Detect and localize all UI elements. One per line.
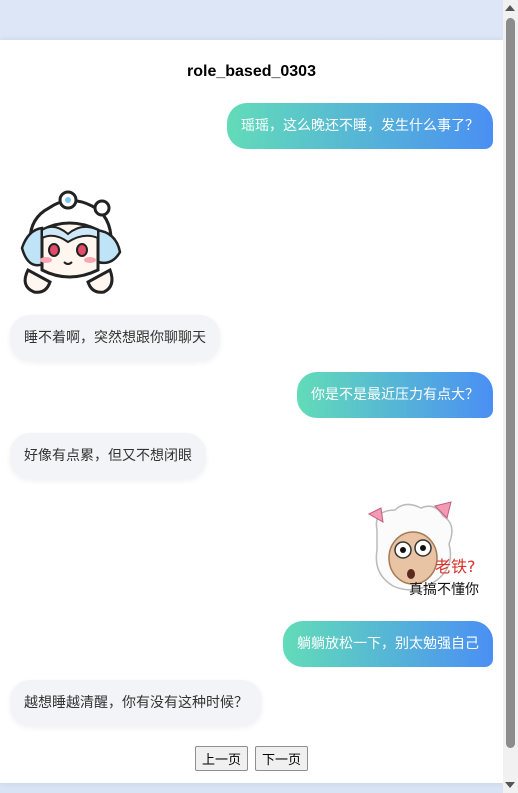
message-text: 瑶瑶，这么晚还不睡，发生什么事了？: [241, 118, 479, 134]
assistant-message: 越想睡越清醒，你有没有这种时候？: [10, 680, 262, 726]
sticker-caption-2: 真搞不懂你: [409, 582, 479, 598]
anime-girl-sticker: [14, 186, 124, 296]
prev-page-button[interactable]: 上一页: [194, 746, 248, 771]
anime-girl-sticker-icon: [20, 190, 122, 294]
page-title: role_based_0303: [187, 63, 316, 80]
message-text: 睡不着啊，突然想跟你聊聊天: [24, 330, 206, 346]
assistant-message: 睡不着啊，突然想跟你聊聊天: [10, 315, 220, 361]
user-message: 躺躺放松一下，别太勉强自己: [283, 621, 493, 667]
user-message: 你是不是最近压力有点大？: [297, 372, 493, 418]
vertical-scrollbar[interactable]: [503, 0, 518, 793]
message-text: 你是不是最近压力有点大？: [311, 387, 479, 403]
message-text: 越想睡越清醒，你有没有这种时候？: [24, 695, 248, 711]
sheep-meme-sticker: 老铁? 真搞不懂你: [365, 500, 495, 600]
message-text: 躺躺放松一下，别太勉强自己: [297, 636, 479, 652]
next-page-button[interactable]: 下一页: [255, 746, 309, 771]
assistant-message: 好像有点累，但又不想闭眼: [10, 433, 206, 479]
scroll-thumb[interactable]: [506, 18, 515, 748]
sticker-caption-1: 老铁?: [435, 557, 476, 576]
pagination: 上一页 下一页: [0, 746, 503, 771]
chat-page: role_based_0303 瑶瑶，这么晚还不睡，发生什么事了？ 睡不着啊，突…: [0, 40, 503, 783]
scroll-up-icon[interactable]: [505, 5, 515, 11]
message-text: 好像有点累，但又不想闭眼: [24, 448, 192, 464]
scroll-down-icon[interactable]: [505, 782, 515, 788]
sheep-meme-sticker-icon: 老铁? 真搞不懂你: [367, 501, 479, 598]
user-message: 瑶瑶，这么晚还不睡，发生什么事了？: [227, 103, 493, 149]
